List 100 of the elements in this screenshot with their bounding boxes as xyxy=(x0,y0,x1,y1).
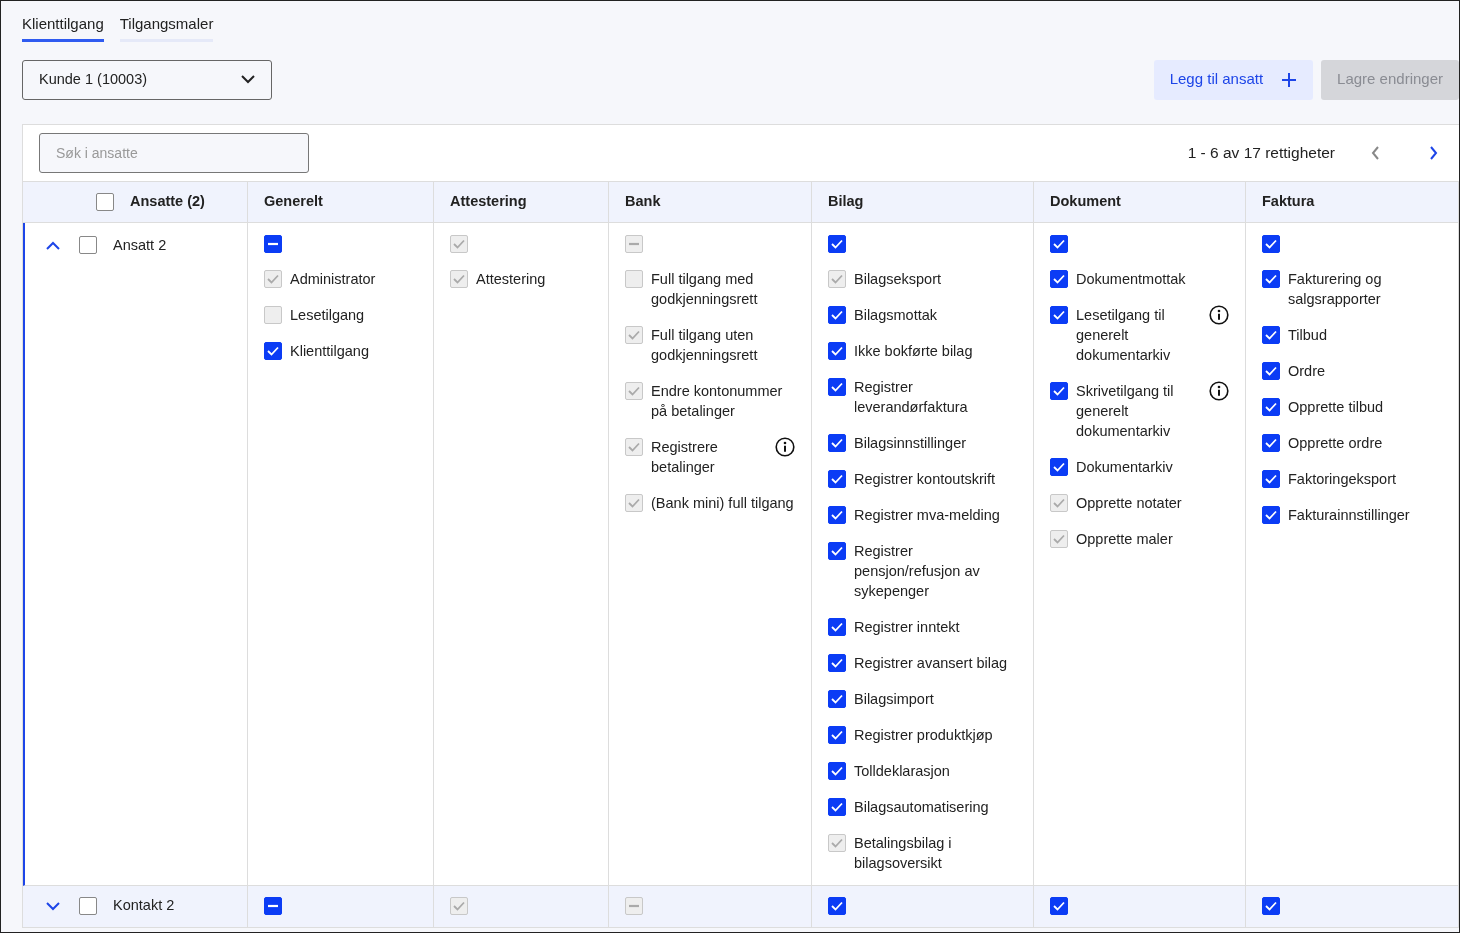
check-icon xyxy=(831,765,843,776)
check-icon xyxy=(831,837,843,848)
checkbox-label: Skrivetilgang til generelt dokumentarkiv xyxy=(1076,381,1175,441)
check-icon xyxy=(831,621,843,632)
check-icon xyxy=(1053,385,1065,396)
checkbox-label: Tilbud xyxy=(1288,325,1328,345)
info-icon[interactable] xyxy=(1209,304,1229,325)
check-icon xyxy=(628,329,640,340)
search-field[interactable]: Søk i ansatte xyxy=(39,132,309,173)
check-icon xyxy=(831,473,843,484)
checkbox-label: Dokumentarkiv xyxy=(1076,457,1174,477)
checkbox[interactable] xyxy=(1050,234,1068,253)
check-icon xyxy=(1265,437,1277,448)
checkbox-label: Ikke bokførte bilag xyxy=(854,341,974,361)
checkbox-label: Lesetilgang xyxy=(290,305,366,325)
checkbox[interactable] xyxy=(1262,397,1280,416)
checkbox-label: Opprette ordre xyxy=(1288,433,1384,453)
check-icon xyxy=(1053,461,1065,472)
checkbox[interactable] xyxy=(1050,305,1068,324)
client-select[interactable]: Kunde 1 (10003) xyxy=(22,59,272,100)
check-icon xyxy=(831,545,843,556)
checkbox[interactable] xyxy=(828,725,846,744)
checkbox-label: Registrere betalinger xyxy=(651,437,719,477)
check-icon xyxy=(267,273,279,284)
checkbox[interactable] xyxy=(1050,897,1068,915)
chevron-down-icon xyxy=(46,901,60,911)
checkbox[interactable] xyxy=(1262,234,1280,253)
check-icon xyxy=(831,345,843,356)
row-name: Ansatt 2 xyxy=(113,235,167,255)
check-icon xyxy=(831,381,843,392)
checkbox[interactable] xyxy=(828,305,846,324)
column-header: Faktura xyxy=(1262,191,1315,211)
check-icon xyxy=(1265,473,1277,484)
check-icon xyxy=(1053,273,1065,284)
checkbox[interactable] xyxy=(828,341,846,360)
checkbox-label: Bilagsinnstillinger xyxy=(854,433,968,453)
tab[interactable]: Klienttilgang xyxy=(22,13,104,42)
checkbox[interactable] xyxy=(96,192,114,211)
info-icon[interactable] xyxy=(1209,380,1229,401)
checkbox[interactable] xyxy=(1050,457,1068,476)
checkbox[interactable] xyxy=(828,897,846,915)
chevron-left-icon xyxy=(1371,145,1381,160)
checkbox[interactable] xyxy=(828,234,846,253)
chevron-down-icon xyxy=(241,75,255,84)
checkbox-label: Registrer inntekt xyxy=(854,617,961,637)
checkbox-label: Lesetilgang til generelt dokumentarkiv xyxy=(1076,305,1172,365)
checkbox-label: Endre kontonummer på betalinger xyxy=(651,381,784,421)
check-icon xyxy=(267,345,279,356)
checkbox[interactable] xyxy=(1262,897,1280,915)
check-icon xyxy=(628,497,640,508)
checkbox[interactable] xyxy=(1050,381,1068,400)
check-icon xyxy=(831,273,843,284)
tab[interactable]: Tilgangsmaler xyxy=(119,13,214,42)
column-header: Bank xyxy=(625,191,661,211)
checkbox-label: Betalingsbilag i bilagsoversikt xyxy=(854,833,953,873)
checkbox-label: Administrator xyxy=(290,269,377,289)
checkbox[interactable] xyxy=(264,234,282,253)
checkbox[interactable] xyxy=(79,236,97,255)
add-button[interactable]: Legg til ansatt xyxy=(1153,59,1314,100)
checkbox[interactable] xyxy=(828,797,846,816)
checkbox[interactable] xyxy=(264,341,282,360)
check-icon xyxy=(831,437,843,448)
checkbox[interactable] xyxy=(828,761,846,780)
checkbox-label: Attestering xyxy=(476,269,547,289)
checkbox[interactable] xyxy=(1262,505,1280,524)
checkbox-label: Full tilgang med godkjenningsrett xyxy=(651,269,759,309)
checkbox[interactable] xyxy=(1262,469,1280,488)
checkbox-label: Ordre xyxy=(1288,361,1327,381)
checkbox[interactable] xyxy=(828,541,846,560)
check-icon xyxy=(831,309,843,320)
checkbox[interactable] xyxy=(828,469,846,488)
checkbox[interactable] xyxy=(264,897,282,915)
checkbox[interactable] xyxy=(79,897,97,915)
check-icon xyxy=(1265,329,1277,340)
checkbox-label: Opprette maler xyxy=(1076,529,1174,549)
checkbox-label: Full tilgang uten godkjenningsrett xyxy=(651,325,759,365)
column-header: Bilag xyxy=(828,191,864,211)
checkbox-label: Registrer mva-melding xyxy=(854,505,1001,525)
checkbox[interactable] xyxy=(1262,269,1280,288)
checkbox[interactable] xyxy=(828,689,846,708)
check-icon xyxy=(628,385,640,396)
pagination-text: 1 - 6 av 17 rettigheter xyxy=(1187,142,1335,163)
checkbox-label: Bilagsmottak xyxy=(854,305,938,325)
checkbox-label: Registrer avansert bilag xyxy=(854,653,1009,673)
column-header: Attestering xyxy=(450,191,527,211)
checkbox[interactable] xyxy=(828,433,846,452)
check-icon xyxy=(831,801,843,812)
checkbox[interactable] xyxy=(1262,325,1280,344)
check-icon xyxy=(1265,365,1277,376)
checkbox[interactable] xyxy=(1262,361,1280,380)
checkbox-label: Bilagsautomatisering xyxy=(854,797,990,817)
checkbox[interactable] xyxy=(828,377,846,396)
checkbox[interactable] xyxy=(828,617,846,636)
checkbox[interactable] xyxy=(1262,433,1280,452)
checkbox[interactable] xyxy=(828,505,846,524)
checkbox-label: Faktoringeksport xyxy=(1288,469,1397,489)
checkbox[interactable] xyxy=(828,653,846,672)
checkbox-label: Fakturering og salgsrapporter xyxy=(1288,269,1383,309)
checkbox-label: Opprette notater xyxy=(1076,493,1183,513)
checkbox[interactable] xyxy=(1050,269,1068,288)
